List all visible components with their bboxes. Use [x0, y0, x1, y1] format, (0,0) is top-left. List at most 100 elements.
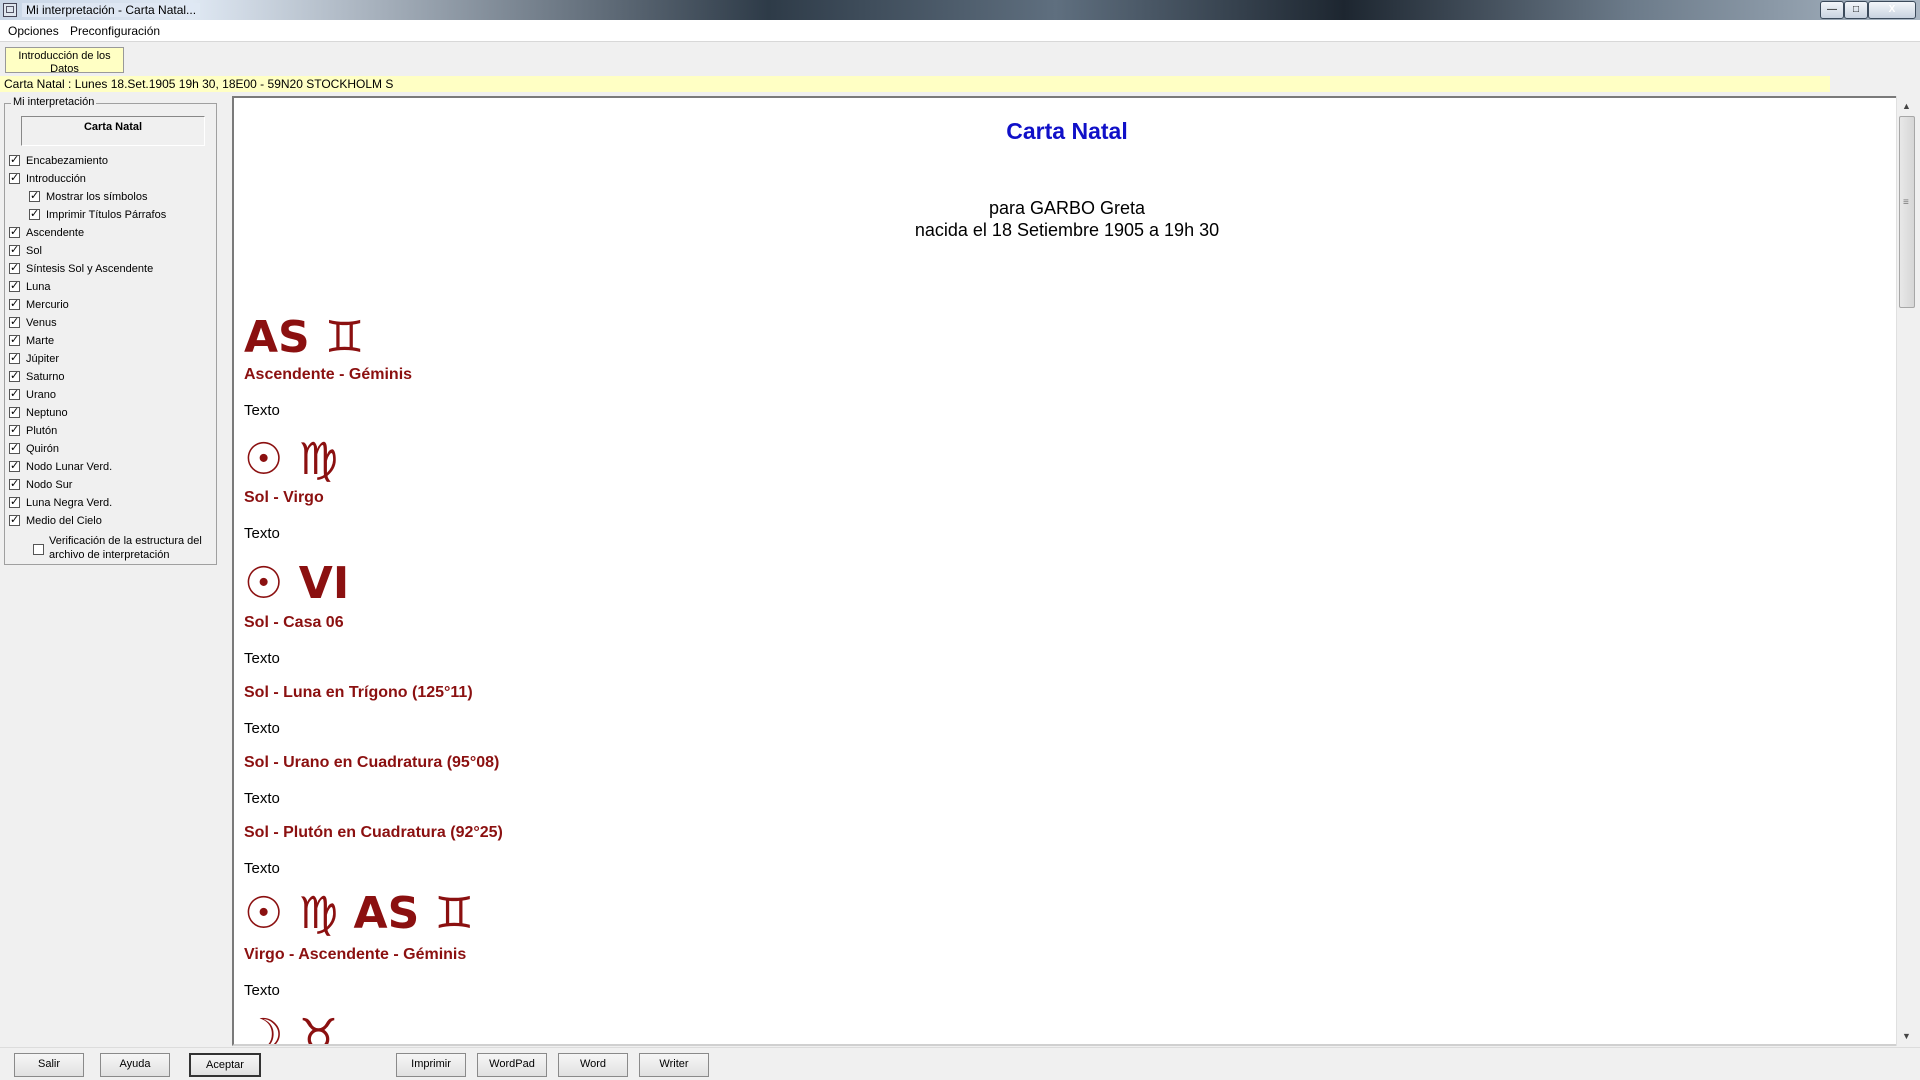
- accept-button[interactable]: Aceptar: [189, 1053, 261, 1077]
- section-text: Texto: [244, 650, 280, 667]
- option-checkbox[interactable]: [9, 171, 20, 185]
- section-heading: Sol - Luna en Trígono (125°11): [244, 684, 473, 701]
- option-item[interactable]: Venus: [9, 315, 57, 332]
- option-label: Mostrar los símbolos: [46, 191, 148, 203]
- option-item[interactable]: Síntesis Sol y Ascendente: [9, 261, 153, 278]
- option-checkbox[interactable]: [29, 189, 40, 203]
- option-label: Nodo Lunar Verd.: [26, 461, 113, 473]
- option-checkbox[interactable]: [9, 333, 20, 347]
- option-checkbox[interactable]: [9, 495, 20, 509]
- option-checkbox[interactable]: [9, 369, 20, 383]
- title-bar: Mi interpretación - Carta Natal... — □ X: [0, 0, 1920, 20]
- option-item[interactable]: Plutón: [9, 423, 57, 440]
- option-checkbox[interactable]: [9, 423, 20, 437]
- section-text: Texto: [244, 790, 280, 807]
- close-button[interactable]: X: [1868, 1, 1916, 19]
- word-button[interactable]: Word: [558, 1053, 628, 1077]
- option-item[interactable]: Nodo Sur: [9, 477, 73, 494]
- window-title: Mi interpretación - Carta Natal...: [22, 3, 201, 17]
- option-item[interactable]: Saturno: [9, 369, 65, 386]
- option-label: Neptuno: [26, 407, 68, 419]
- data-entry-button[interactable]: Introducción de los Datos: [5, 47, 124, 73]
- menu-opciones[interactable]: Opciones: [8, 24, 59, 38]
- option-label: Saturno: [26, 371, 65, 383]
- option-item[interactable]: Júpiter: [9, 351, 60, 368]
- option-checkbox[interactable]: [9, 279, 20, 293]
- option-checkbox[interactable]: [9, 261, 20, 275]
- section-heading: Sol - Plutón en Cuadratura (92°25): [244, 824, 503, 841]
- panel-legend: Mi interpretación: [11, 96, 97, 108]
- section-heading: Ascendente - Géminis: [244, 366, 413, 383]
- section-text: Texto: [244, 720, 280, 737]
- option-item[interactable]: Imprimir Títulos Párrafos: [29, 207, 167, 224]
- vertical-scrollbar[interactable]: ▲ ▼: [1896, 96, 1916, 1046]
- option-checkbox[interactable]: [9, 225, 20, 239]
- option-item[interactable]: Neptuno: [9, 405, 68, 422]
- option-item[interactable]: Luna Negra Verd.: [9, 495, 112, 512]
- chart-info-bar: Carta Natal : Lunes 18.Set.1905 19h 30, …: [0, 76, 1830, 92]
- option-item[interactable]: Mostrar los símbolos: [29, 189, 148, 206]
- sun-virgo-ascendant-symbol: ☉ ♍ AS ♊: [244, 888, 475, 939]
- option-checkbox[interactable]: [9, 441, 20, 455]
- option-label: Júpiter: [26, 353, 60, 365]
- section-text: Texto: [244, 860, 280, 877]
- option-item[interactable]: Nodo Lunar Verd.: [9, 459, 113, 476]
- option-checkbox[interactable]: [9, 243, 20, 257]
- verification-checkbox[interactable]: [33, 544, 44, 555]
- option-label: Urano: [26, 389, 56, 401]
- option-label: Sol: [26, 245, 42, 257]
- scroll-up-arrow-icon[interactable]: ▲: [1897, 98, 1916, 114]
- writer-button[interactable]: Writer: [639, 1053, 709, 1077]
- option-checkbox[interactable]: [9, 297, 20, 311]
- option-item[interactable]: Luna: [9, 279, 51, 296]
- option-label: Luna: [26, 281, 51, 293]
- option-checkbox[interactable]: [9, 405, 20, 419]
- print-button[interactable]: Imprimir: [396, 1053, 466, 1077]
- option-item[interactable]: Quirón: [9, 441, 59, 458]
- option-label: Imprimir Títulos Párrafos: [46, 209, 167, 221]
- option-label: Medio del Cielo: [26, 515, 102, 527]
- wordpad-button[interactable]: WordPad: [477, 1053, 547, 1077]
- panel-title: Carta Natal: [21, 116, 205, 146]
- verification-label: Verificación de la estructura del archiv…: [49, 535, 202, 561]
- moon-taurus-symbol: ☽ ♉: [244, 1010, 339, 1046]
- option-item[interactable]: Urano: [9, 387, 56, 404]
- scroll-down-arrow-icon[interactable]: ▼: [1897, 1028, 1916, 1044]
- option-checkbox[interactable]: [9, 459, 20, 473]
- option-checkbox[interactable]: [9, 153, 20, 167]
- help-button[interactable]: Ayuda: [100, 1053, 170, 1077]
- document-for-line: para GARBO Greta: [988, 198, 1146, 218]
- option-label: Nodo Sur: [26, 479, 73, 491]
- option-checkbox[interactable]: [9, 387, 20, 401]
- section-text: Texto: [244, 525, 280, 542]
- option-item[interactable]: Encabezamiento: [9, 153, 108, 170]
- scroll-thumb[interactable]: [1899, 116, 1915, 308]
- option-label: Venus: [26, 317, 57, 329]
- option-checkbox[interactable]: [9, 477, 20, 491]
- minimize-button[interactable]: —: [1820, 1, 1844, 19]
- interpretation-document[interactable]: Carta Natal para GARBO Greta nacida el 1…: [232, 96, 1898, 1046]
- ascendant-gemini-symbol: AS ♊: [244, 312, 365, 363]
- sun-virgo-symbol: ☉ ♍: [244, 434, 339, 485]
- option-item[interactable]: Ascendente: [9, 225, 85, 242]
- menu-preconfiguracion[interactable]: Preconfiguración: [70, 24, 160, 38]
- option-label: Ascendente: [26, 227, 85, 239]
- option-item[interactable]: Mercurio: [9, 297, 69, 314]
- document-title: Carta Natal: [1006, 118, 1128, 144]
- option-item[interactable]: Marte: [9, 333, 54, 350]
- option-item[interactable]: Sol: [9, 243, 42, 260]
- option-label: Encabezamiento: [26, 155, 108, 167]
- option-item[interactable]: Introducción: [9, 171, 86, 188]
- option-item[interactable]: Medio del Cielo: [9, 513, 102, 530]
- section-heading: Sol - Virgo: [244, 489, 324, 506]
- verification-option[interactable]: Verificación de la estructura del archiv…: [29, 534, 214, 562]
- option-checkbox[interactable]: [29, 207, 40, 221]
- option-checkbox[interactable]: [9, 351, 20, 365]
- interpretation-options-panel: Mi interpretación Carta Natal Verificaci…: [4, 96, 217, 565]
- section-text: Texto: [244, 982, 280, 999]
- option-checkbox[interactable]: [9, 513, 20, 527]
- app-icon: [3, 3, 17, 17]
- exit-button[interactable]: Salir: [14, 1053, 84, 1077]
- maximize-button[interactable]: □: [1844, 1, 1868, 19]
- option-checkbox[interactable]: [9, 315, 20, 329]
